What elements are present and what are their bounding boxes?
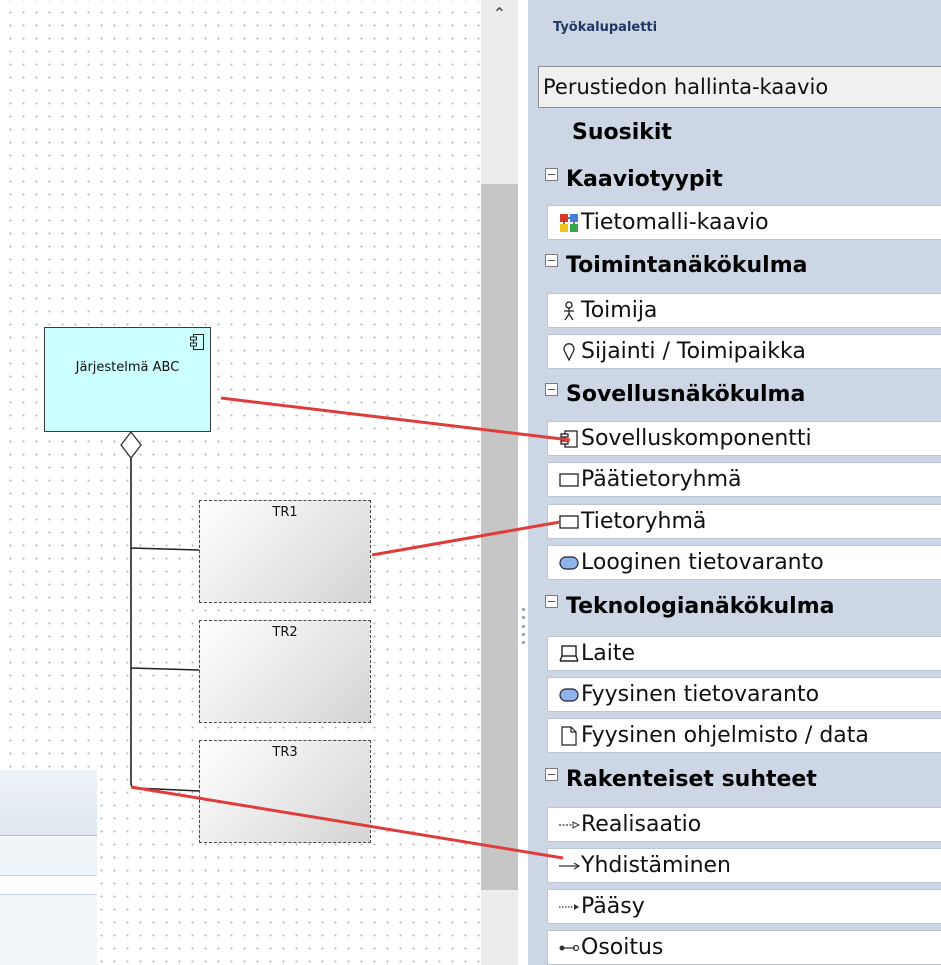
annotation-overlay bbox=[130, 396, 571, 860]
annotation-line bbox=[130, 785, 564, 860]
annotation-line bbox=[371, 520, 561, 557]
annotation-line bbox=[220, 396, 571, 442]
